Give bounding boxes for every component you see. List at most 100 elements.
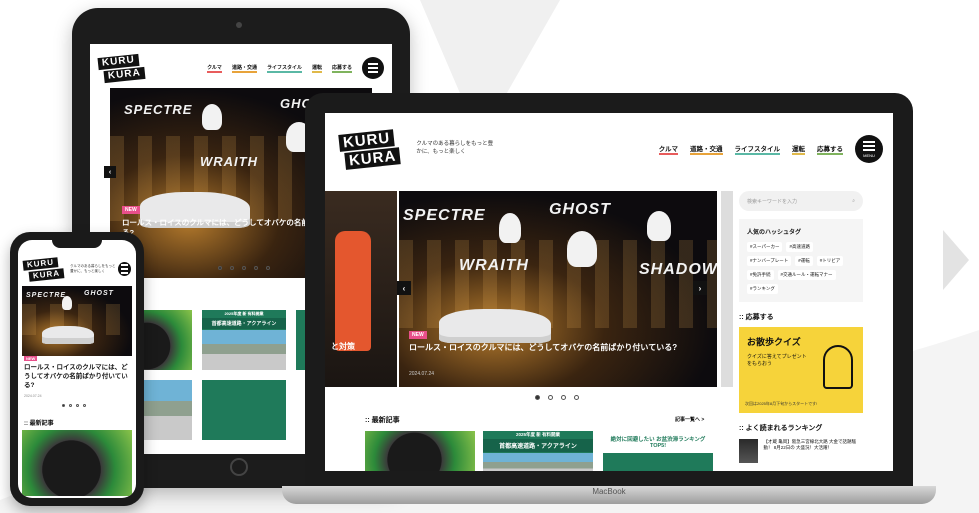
kurukura-logo[interactable]: KURU KURA bbox=[338, 128, 402, 170]
nav-item-driving[interactable]: 運転 bbox=[792, 143, 805, 155]
site-header: KURU KURA クルマのある暮らしをもっと豊かに、もっと楽しく bbox=[18, 252, 136, 286]
latest-articles-heading: :: 最新記事 bbox=[365, 417, 400, 424]
quiz-text: クイズに答えてプレゼントをもらおう bbox=[747, 354, 807, 367]
prev-arrow-button[interactable]: ‹ bbox=[104, 166, 116, 178]
ghost-word-spectre: SPECTRE bbox=[403, 207, 486, 224]
ghost-icon bbox=[567, 231, 597, 267]
hashtag-title: 人気のハッシュタグ bbox=[747, 230, 802, 236]
ranking-item[interactable]: 【才蔵 亀岡】阪急三宮線北大路 大金で話題騒動！ 8月22日の 大盛況！大活躍！ bbox=[739, 439, 863, 463]
hashtag-chip[interactable]: #運転 bbox=[795, 256, 813, 266]
phone-notch bbox=[52, 238, 102, 248]
hero-caption[interactable]: ロールス・ロイスのクルマには、どうしてオバケの名前ばかり付いている? bbox=[409, 343, 699, 353]
article-thumb-ranking[interactable]: 絶対に回避したい お盆渋滞ランキング TOP5! bbox=[603, 431, 713, 471]
hashtag-list: #スーパーカー #高速道路 #ナンバープレート #運転 #トリビア #免許手続 … bbox=[747, 242, 855, 294]
next-slide-peek[interactable] bbox=[721, 191, 733, 387]
sidebar: 検索キーワードを入力 ⌕ 人気のハッシュタグ #スーパーカー #高速道路 #ナン… bbox=[739, 191, 863, 463]
ghost-word-wraith: WRAITH bbox=[200, 154, 258, 169]
nav-item-car[interactable]: クルマ bbox=[658, 143, 678, 155]
main-nav: クルマ 道路・交通 ライフスタイル 運転 応募する bbox=[207, 64, 352, 73]
ghost-icon bbox=[202, 104, 222, 130]
laptop-screen: KURU KURA クルマのある暮らしをもっと豊かに、もっと楽しく クルマ 道路… bbox=[325, 113, 893, 471]
menu-button[interactable] bbox=[362, 57, 384, 79]
hamburger-icon bbox=[863, 140, 875, 151]
hashtag-chip[interactable]: #スーパーカー bbox=[747, 242, 783, 252]
ghost-word-spectre: SPECTRE bbox=[124, 102, 193, 117]
latest-articles-heading: :: 最新記事 bbox=[24, 421, 54, 427]
nav-item-lifestyle[interactable]: ライフスタイル bbox=[734, 143, 780, 155]
site-header: KURU KURA クルマ 道路・交通 ライフスタイル 運転 応募する bbox=[90, 48, 392, 88]
site-tagline: クルマのある暮らしをもっと豊かに、もっと楽しく bbox=[416, 141, 494, 155]
main-nav: クルマ 道路・交通 ライフスタイル 運転 応募する bbox=[658, 143, 843, 155]
article-thumb-highway[interactable]: 2025年度 新 有料開業 首都高速道路・アクアライン bbox=[483, 431, 593, 471]
article-thumb-tire[interactable] bbox=[365, 431, 475, 471]
hashtag-chip[interactable]: #ナンバープレート bbox=[747, 256, 792, 266]
phone-screen: KURU KURA クルマのある暮らしをもっと豊かに、もっと楽しく SPECTR… bbox=[18, 240, 136, 498]
hero-date: 2024.07.24 bbox=[409, 371, 435, 377]
kurukura-logo[interactable]: KURU KURA bbox=[97, 53, 146, 83]
nav-item-car[interactable]: クルマ bbox=[207, 64, 222, 73]
prev-slide-peek[interactable]: と対策 bbox=[325, 191, 397, 387]
ranking-item-text: 【才蔵 亀岡】阪急三宮線北大路 大金で話題騒動！ 8月22日の 大盛況！大活躍！ bbox=[763, 439, 857, 451]
walker-illustration bbox=[823, 345, 853, 389]
hashtag-chip[interactable]: #免許手続 bbox=[747, 270, 774, 280]
hamburger-icon bbox=[120, 264, 128, 274]
apply-heading: :: 応募する bbox=[739, 314, 774, 321]
nav-item-apply[interactable]: 応募する bbox=[817, 143, 843, 155]
ranking-heading: :: よく読まれるランキング bbox=[739, 425, 823, 432]
phone-device: KURU KURA クルマのある暮らしをもっと豊かに、もっと楽しく SPECTR… bbox=[10, 232, 144, 506]
latest-more-link[interactable]: 記事一覧へ > bbox=[675, 416, 704, 423]
worker-image bbox=[335, 231, 371, 351]
ghost-icon bbox=[499, 213, 521, 243]
hashtag-chip[interactable]: #交通ルール・運転マナー bbox=[777, 270, 836, 280]
laptop-base: MacBook bbox=[282, 486, 936, 504]
car-image bbox=[439, 309, 551, 343]
nav-item-road[interactable]: 道路・交通 bbox=[690, 143, 723, 155]
hashtag-box: 人気のハッシュタグ #スーパーカー #高速道路 #ナンバープレート #運転 #ト… bbox=[739, 219, 863, 302]
tablet-home-button[interactable] bbox=[230, 458, 248, 476]
ghost-word-shadow: SHADOW bbox=[639, 261, 717, 278]
hero-tag: NEW bbox=[409, 331, 427, 339]
quiz-footer: 次回は2025年8月下旬からスタートです! bbox=[745, 401, 818, 406]
slider-dots[interactable] bbox=[535, 395, 579, 400]
hamburger-icon bbox=[368, 63, 378, 73]
ghost-word-wraith: WRAITH bbox=[459, 257, 529, 274]
nav-item-road[interactable]: 道路・交通 bbox=[231, 64, 257, 73]
nav-item-apply[interactable]: 応募する bbox=[331, 64, 352, 73]
hashtag-chip[interactable]: #高速道路 bbox=[786, 242, 813, 252]
article-thumb-5[interactable] bbox=[202, 380, 286, 440]
slider-dots[interactable] bbox=[218, 266, 270, 270]
ghost-icon bbox=[62, 296, 72, 310]
article-thumb-tire[interactable] bbox=[22, 430, 132, 496]
menu-button[interactable]: MENU bbox=[855, 135, 883, 163]
hero-tag: NEW bbox=[24, 356, 38, 361]
hero-tag: NEW bbox=[122, 206, 140, 214]
quiz-banner[interactable]: お散歩クイズ クイズに答えてプレゼントをもらおう 次回は2025年8月下旬からス… bbox=[739, 327, 863, 413]
laptop-device: KURU KURA クルマのある暮らしをもっと豊かに、もっと楽しく クルマ 道路… bbox=[305, 93, 913, 488]
kurukura-logo[interactable]: KURU KURA bbox=[22, 256, 65, 282]
article-thumb-highway[interactable]: 2025年度 新 有料開業 首都高速道路・アクアライン bbox=[202, 310, 286, 370]
slider-dots[interactable] bbox=[62, 404, 86, 407]
prev-arrow-button[interactable]: ‹ bbox=[397, 281, 411, 295]
nav-item-lifestyle[interactable]: ライフスタイル bbox=[266, 64, 302, 73]
nav-item-driving[interactable]: 運転 bbox=[311, 64, 322, 73]
car-image bbox=[42, 326, 94, 344]
next-slide-chevron-icon[interactable] bbox=[943, 230, 969, 290]
ghost-icon bbox=[647, 211, 671, 241]
hero-slide[interactable]: SPECTRE GHOST bbox=[22, 286, 132, 356]
ghost-word-ghost: GHOST bbox=[84, 290, 114, 297]
macbook-label: MacBook bbox=[592, 487, 626, 496]
hero-date: 2024.07.24 bbox=[24, 394, 42, 398]
next-arrow-button[interactable]: › bbox=[693, 281, 707, 295]
menu-button[interactable] bbox=[117, 262, 131, 276]
ranking-thumb bbox=[739, 439, 758, 463]
tablet-camera bbox=[236, 22, 242, 28]
hashtag-chip[interactable]: #ランキング bbox=[747, 284, 778, 294]
hero-caption[interactable]: ロールス・ロイスのクルマには、どうしてオバケの名前ばかり付いている? bbox=[24, 364, 132, 390]
hero-slide[interactable]: SPECTRE GHOST WRAITH SHADOW NEW ロールス・ロイス… bbox=[399, 191, 717, 387]
hashtag-chip[interactable]: #トリビア bbox=[816, 256, 844, 266]
menu-label: MENU bbox=[863, 152, 875, 158]
ghost-word-spectre: SPECTRE bbox=[26, 292, 67, 299]
search-input[interactable]: 検索キーワードを入力 ⌕ bbox=[739, 191, 863, 211]
search-icon[interactable]: ⌕ bbox=[852, 198, 855, 204]
site-header: KURU KURA クルマのある暮らしをもっと豊かに、もっと楽しく クルマ 道路… bbox=[325, 125, 893, 173]
